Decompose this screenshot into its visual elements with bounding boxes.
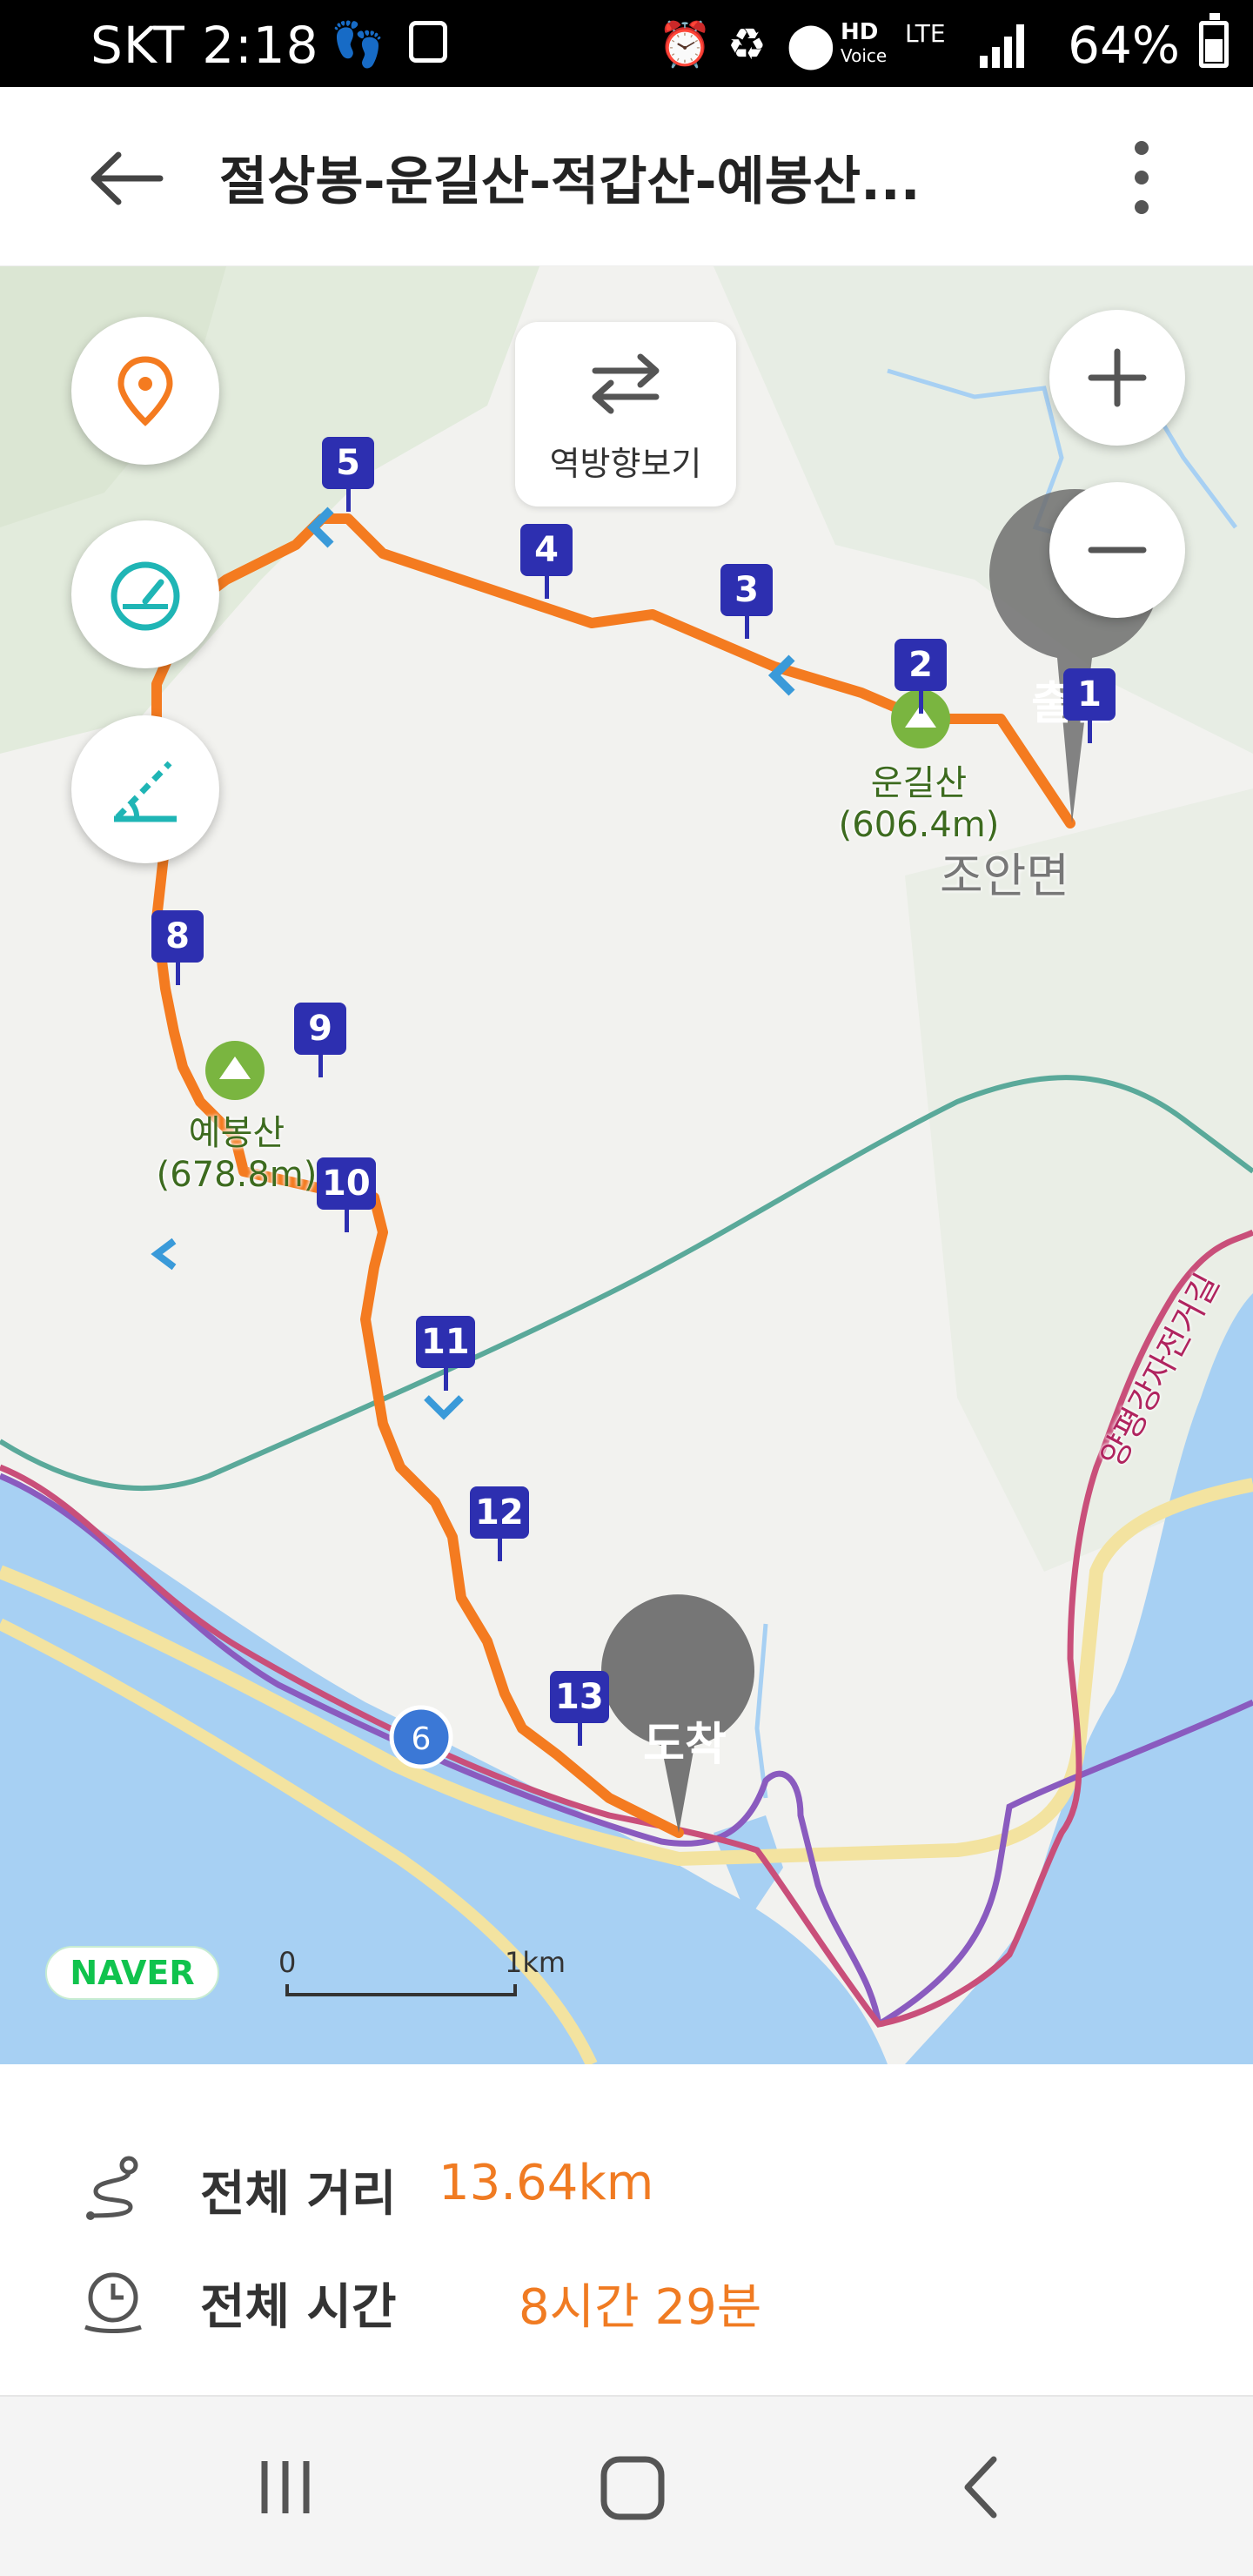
minus-icon — [1088, 547, 1147, 553]
home-icon[interactable] — [593, 2449, 672, 2527]
place-label: 조안면 — [940, 849, 1070, 903]
route-summary: 전체 거리 13.64km 전체 시간 8시간 29분 — [0, 2064, 1253, 2395]
system-nav-bar — [0, 2395, 1253, 2576]
more-options-icon[interactable] — [1131, 141, 1152, 216]
scale-start: 0 — [278, 1946, 297, 1979]
waypoint-marker[interactable]: 13 — [550, 1671, 609, 1746]
speed-button[interactable] — [71, 520, 219, 668]
scale-bar: 0 1km — [278, 1946, 574, 2007]
waypoint-marker[interactable]: 5 — [322, 437, 374, 512]
reverse-direction-button[interactable]: 역방향보기 — [515, 322, 736, 506]
hd-label: HD — [841, 19, 879, 45]
map-view[interactable]: 6 출발 도착 1 2 3 4 5 8 9 10 11 12 13 운길산 (6… — [0, 266, 1253, 2064]
location-status-icon: ⬤ — [787, 19, 835, 70]
peak-label: 운길산 (606.4m) — [832, 762, 1006, 846]
footprint-icon: 👣 — [331, 19, 385, 70]
distance-value: 13.64km — [439, 2155, 654, 2211]
route-distance-icon — [86, 2156, 138, 2220]
back-icon[interactable] — [948, 2452, 1018, 2522]
waypoint-marker[interactable]: 1 — [1063, 668, 1116, 743]
waypoint-marker[interactable]: 10 — [317, 1157, 376, 1232]
alarm-icon: ⏰ — [658, 19, 713, 70]
waypoint-marker[interactable]: 11 — [416, 1316, 475, 1391]
distance-label: 전체 거리 — [200, 2166, 397, 2223]
naver-logo: NAVER — [45, 1946, 219, 2000]
clock-icon — [84, 2272, 142, 2333]
screenshot-icon — [409, 21, 447, 63]
status-left: SKT 2:18 — [90, 16, 318, 75]
signal-icon — [980, 24, 1032, 68]
recent-apps-icon[interactable] — [251, 2452, 320, 2522]
waypoint-marker[interactable]: 9 — [294, 1003, 346, 1077]
route-title: 절상봉-운길산-적갑산-예봉산... — [219, 151, 921, 212]
route-6-label: 6 — [412, 1721, 432, 1757]
clock: 2:18 — [202, 16, 319, 75]
swap-arrows-icon — [592, 353, 660, 414]
waypoint-marker[interactable]: 12 — [470, 1486, 529, 1561]
hd-voice-icon: HD Voice — [841, 19, 888, 66]
carrier: SKT — [90, 16, 185, 75]
zoom-in-button[interactable] — [1049, 310, 1185, 446]
end-pin-label: 도착 — [643, 1719, 727, 1771]
waypoint-marker[interactable]: 8 — [151, 910, 204, 985]
time-row: 전체 시간 8시간 29분 — [78, 2257, 1122, 2336]
elevation-button[interactable] — [71, 715, 219, 863]
speedometer-icon — [111, 561, 180, 631]
peak-name: 예봉산 — [188, 1113, 285, 1153]
battery-saver-icon: ♻ — [727, 19, 767, 70]
time-label: 전체 시간 — [200, 2279, 397, 2336]
lte-label: LTE — [905, 19, 946, 48]
distance-row: 전체 거리 13.64km — [78, 2144, 1122, 2223]
zoom-out-button[interactable] — [1049, 482, 1185, 618]
waypoint-marker[interactable]: 4 — [520, 524, 573, 599]
scale-line — [285, 1984, 517, 1996]
peak-elevation: (678.8m) — [156, 1155, 318, 1195]
app-bar: 절상봉-운길산-적갑산-예봉산... — [0, 87, 1253, 266]
peak-label: 예봉산 (678.8m) — [150, 1112, 324, 1196]
waypoint-marker[interactable]: 2 — [895, 639, 947, 714]
back-arrow-icon[interactable] — [87, 148, 165, 209]
status-bar: SKT 2:18 👣 ⏰ ♻ ⬤ HD Voice LTE 64% — [0, 0, 1253, 87]
slope-angle-icon — [114, 761, 177, 822]
end-pin[interactable]: 도착 — [620, 1673, 750, 1843]
location-button[interactable] — [71, 317, 219, 465]
time-value: 8시간 29분 — [519, 2279, 762, 2336]
plus-icon — [1088, 348, 1147, 407]
scale-end: 1km — [505, 1946, 566, 1979]
battery-percent: 64% — [1068, 16, 1180, 75]
reverse-label: 역방향보기 — [549, 445, 702, 483]
peak-name: 운길산 — [870, 763, 968, 803]
waypoint-marker[interactable]: 3 — [720, 564, 773, 639]
battery-icon — [1199, 13, 1229, 68]
location-pin-icon — [117, 356, 173, 426]
